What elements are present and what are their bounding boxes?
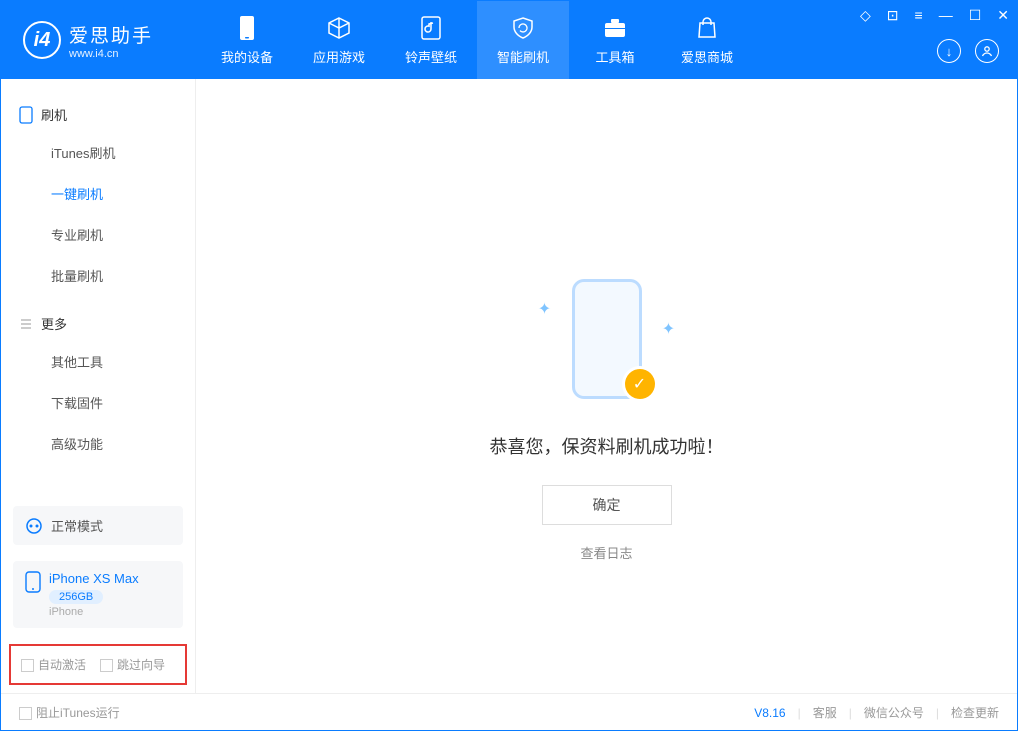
success-message: 恭喜您，保资料刷机成功啦！ bbox=[490, 433, 724, 459]
sidebar-item-batch-flash[interactable]: 批量刷机 bbox=[1, 255, 195, 296]
menu-icon[interactable]: ≡ bbox=[913, 7, 925, 24]
device-card[interactable]: iPhone XS Max 256GB iPhone bbox=[13, 561, 183, 628]
mode-card[interactable]: 正常模式 bbox=[13, 506, 183, 545]
sidebar: 刷机 iTunes刷机 一键刷机 专业刷机 批量刷机 更多 其他工具 下载固件 … bbox=[1, 79, 196, 693]
window-controls: ◇ ⊡ ≡ — ☐ ✕ bbox=[858, 7, 1011, 24]
sidebar-item-onekey-flash[interactable]: 一键刷机 bbox=[1, 173, 195, 214]
header: i4 爱思助手 www.i4.cn 我的设备 应用游戏 铃声壁纸 智能刷机 工具… bbox=[1, 1, 1017, 79]
nav-store[interactable]: 爱思商城 bbox=[661, 1, 753, 79]
brand-title: 爱思助手 bbox=[69, 21, 153, 48]
sidebar-item-pro-flash[interactable]: 专业刷机 bbox=[1, 214, 195, 255]
sparkle-icon: ✦ bbox=[537, 299, 553, 315]
phone-small-icon bbox=[25, 571, 41, 593]
nav-my-device[interactable]: 我的设备 bbox=[201, 1, 293, 79]
logo-block[interactable]: i4 爱思助手 www.i4.cn bbox=[1, 21, 201, 60]
list-icon bbox=[19, 317, 33, 331]
device-name: iPhone XS Max bbox=[49, 571, 139, 586]
minimize-button[interactable]: — bbox=[937, 7, 955, 24]
phone-icon bbox=[234, 15, 260, 41]
sidebar-item-other-tools[interactable]: 其他工具 bbox=[1, 341, 195, 382]
feedback-icon[interactable]: ⊡ bbox=[885, 7, 901, 24]
options-box: 自动激活 跳过向导 bbox=[9, 644, 187, 685]
shirt-icon[interactable]: ◇ bbox=[858, 7, 873, 24]
ok-button[interactable]: 确定 bbox=[542, 485, 672, 525]
footer: 阻止iTunes运行 V8.16 | 客服 | 微信公众号 | 检查更新 bbox=[1, 693, 1017, 731]
checkmark-badge-icon: ✓ bbox=[625, 369, 655, 399]
nav-ring-wallpaper[interactable]: 铃声壁纸 bbox=[385, 1, 477, 79]
bag-icon bbox=[694, 15, 720, 41]
nav-label: 爱思商城 bbox=[681, 47, 733, 66]
cube-icon bbox=[326, 15, 352, 41]
checkbox-auto-activate[interactable]: 自动激活 bbox=[21, 656, 86, 673]
nav-toolbox[interactable]: 工具箱 bbox=[569, 1, 661, 79]
nav-apps-games[interactable]: 应用游戏 bbox=[293, 1, 385, 79]
main-content: ✦ ✦ ✓ 恭喜您，保资料刷机成功啦！ 确定 查看日志 bbox=[196, 79, 1017, 693]
sparkle-icon: ✦ bbox=[661, 319, 677, 335]
nav-label: 工具箱 bbox=[595, 47, 634, 66]
sidebar-section-more[interactable]: 更多 bbox=[1, 306, 195, 341]
device-type: iPhone bbox=[49, 606, 139, 618]
nav-label: 铃声壁纸 bbox=[405, 47, 457, 66]
view-log-link[interactable]: 查看日志 bbox=[490, 543, 724, 562]
nav-smart-flash[interactable]: 智能刷机 bbox=[477, 1, 569, 79]
nav-label: 智能刷机 bbox=[497, 47, 549, 66]
success-illustration: ✦ ✦ ✓ bbox=[537, 279, 677, 409]
version-label: V8.16 bbox=[754, 706, 785, 720]
sync-icon bbox=[25, 517, 43, 535]
nav-label: 我的设备 bbox=[221, 47, 273, 66]
footer-link-wechat[interactable]: 微信公众号 bbox=[864, 704, 924, 721]
user-button[interactable] bbox=[975, 39, 999, 63]
phone-outline-icon bbox=[19, 106, 33, 124]
sidebar-item-download-fw[interactable]: 下载固件 bbox=[1, 382, 195, 423]
logo-icon: i4 bbox=[23, 21, 61, 59]
mode-label: 正常模式 bbox=[51, 516, 103, 535]
footer-link-service[interactable]: 客服 bbox=[813, 704, 837, 721]
nav: 我的设备 应用游戏 铃声壁纸 智能刷机 工具箱 爱思商城 bbox=[201, 1, 753, 79]
sidebar-item-itunes-flash[interactable]: iTunes刷机 bbox=[1, 132, 195, 173]
shield-refresh-icon bbox=[510, 15, 536, 41]
close-button[interactable]: ✕ bbox=[995, 7, 1011, 24]
checkbox-block-itunes[interactable]: 阻止iTunes运行 bbox=[19, 704, 120, 721]
music-file-icon bbox=[418, 15, 444, 41]
brand-subtitle: www.i4.cn bbox=[69, 48, 153, 60]
device-capacity-badge: 256GB bbox=[49, 590, 103, 604]
download-button[interactable]: ↓ bbox=[937, 39, 961, 63]
footer-link-update[interactable]: 检查更新 bbox=[951, 704, 999, 721]
sidebar-item-advanced[interactable]: 高级功能 bbox=[1, 423, 195, 464]
maximize-button[interactable]: ☐ bbox=[967, 7, 984, 24]
nav-label: 应用游戏 bbox=[313, 47, 365, 66]
briefcase-icon bbox=[602, 15, 628, 41]
account-icons: ↓ bbox=[937, 39, 999, 63]
checkbox-skip-guide[interactable]: 跳过向导 bbox=[100, 656, 165, 673]
sidebar-section-flash[interactable]: 刷机 bbox=[1, 97, 195, 132]
